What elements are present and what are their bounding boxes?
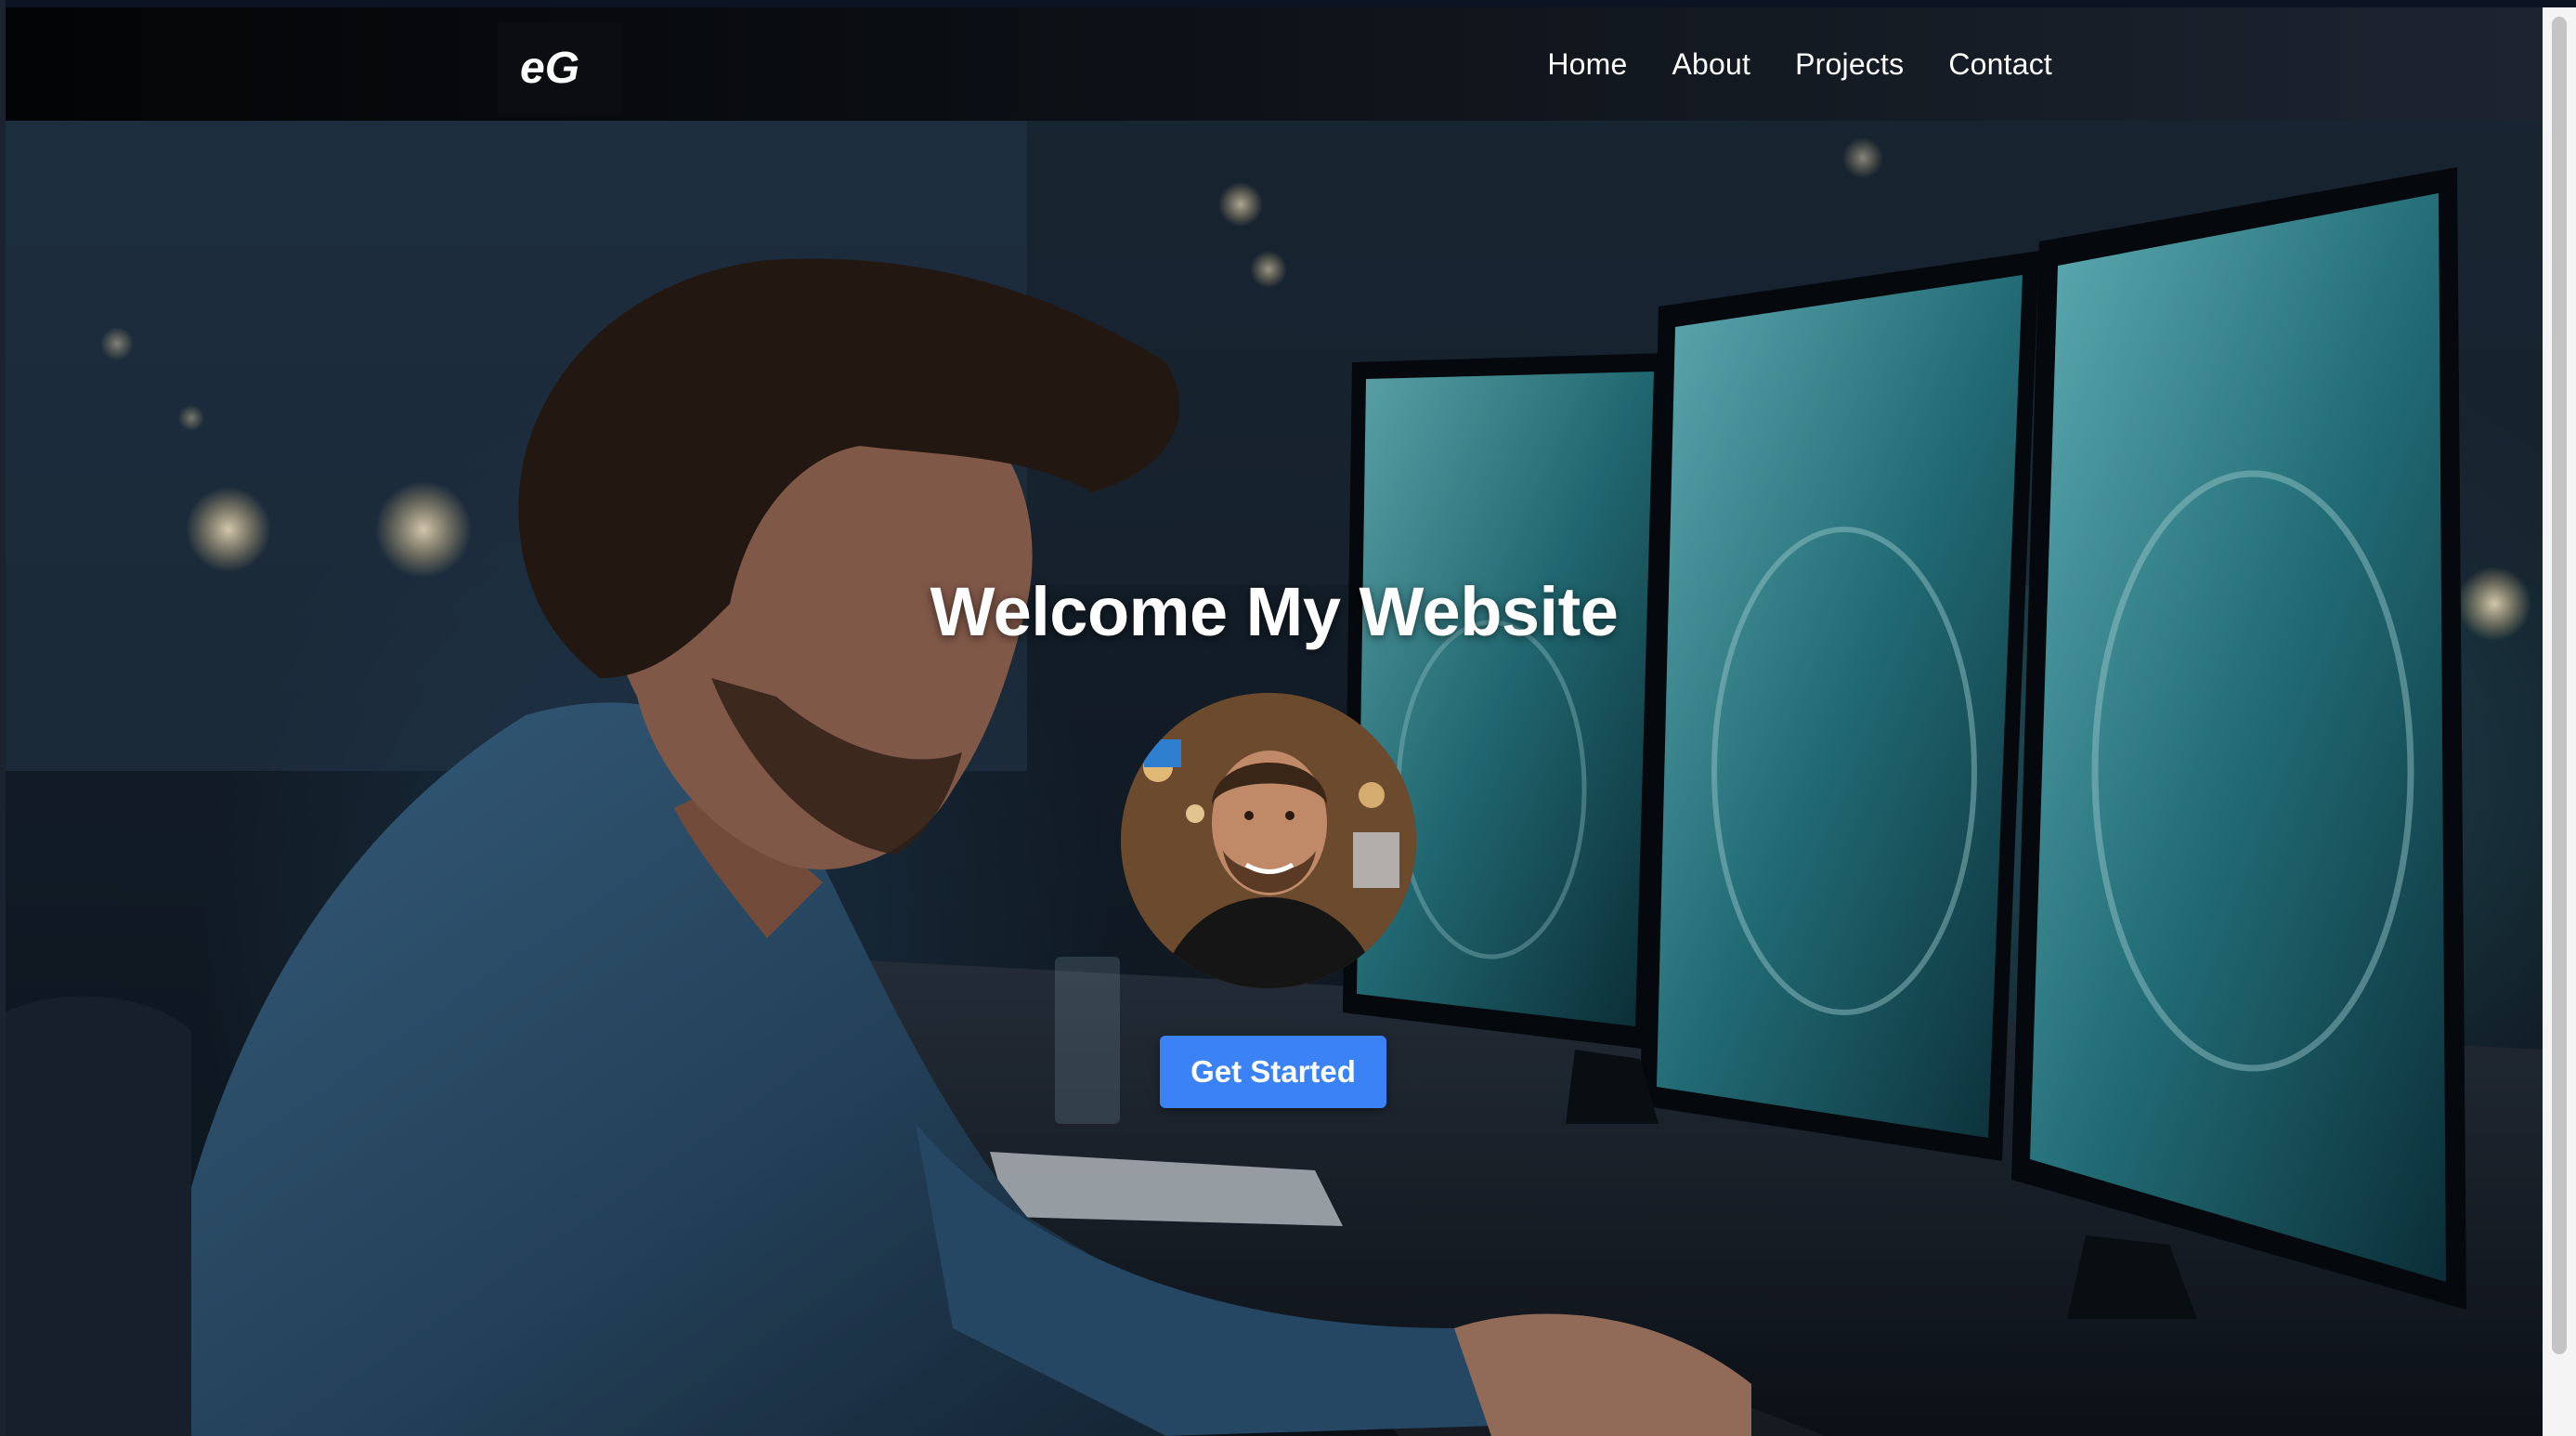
profile-avatar (1121, 693, 1416, 988)
hero-title: Welcome My Website (930, 573, 1619, 650)
nav-link-projects[interactable]: Projects (1795, 47, 1904, 82)
scrollbar-thumb[interactable] (2552, 17, 2567, 1354)
nav-link-home[interactable]: Home (1547, 47, 1627, 82)
logo-icon: eG (520, 44, 579, 93)
nav-link-contact[interactable]: Contact (1948, 47, 2052, 82)
browser-viewport: eG Home About Projects Contact Welcome M… (0, 0, 2576, 1436)
get-started-button[interactable]: Get Started (1160, 1036, 1386, 1108)
navbar: eG Home About Projects Contact (6, 7, 2543, 121)
nav-links: Home About Projects Contact (1547, 7, 2052, 121)
nav-link-about[interactable]: About (1672, 47, 1750, 82)
profile-photo (1121, 693, 1416, 988)
svg-text:eG: eG (520, 44, 579, 93)
vertical-scrollbar[interactable] (2543, 7, 2576, 1436)
site-logo[interactable]: eG (498, 22, 622, 113)
window-top-edge (0, 0, 2576, 7)
hero-section: Welcome My Website Get Started (6, 121, 2543, 1436)
